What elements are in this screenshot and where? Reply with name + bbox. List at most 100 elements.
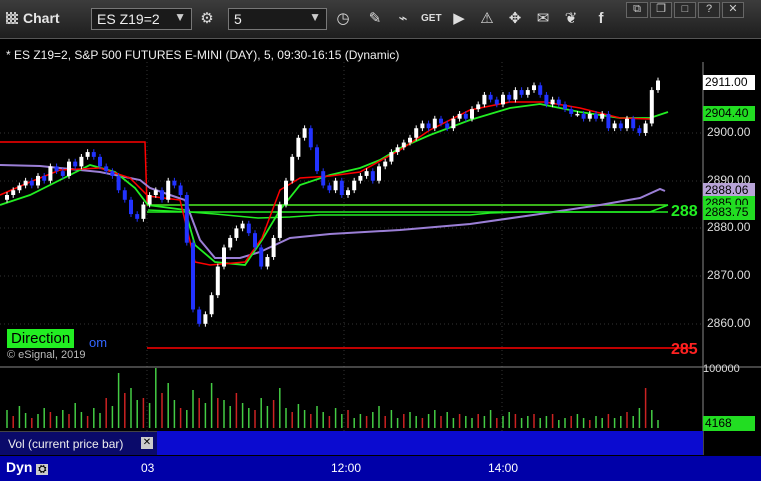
- candle-body: [116, 175, 121, 191]
- candle-body: [42, 175, 47, 181]
- candle-body: [166, 180, 171, 200]
- chart-grid: [0, 62, 703, 455]
- candle-body: [575, 113, 580, 116]
- twitter-icon[interactable]: ❦: [561, 9, 581, 29]
- candle-body: [327, 185, 332, 191]
- candle-body: [184, 195, 189, 243]
- candle-body: [5, 195, 9, 200]
- candle-body: [11, 190, 16, 196]
- title-bar: Chart ES Z19=2 ▼ ⚙ 5 ▼ ◷ ✎ ⌁ GET ▶ ⚠ ✥ ✉ ❦…: [0, 0, 761, 39]
- candle-body: [222, 247, 226, 267]
- interval-combo[interactable]: 5 ▼: [228, 8, 327, 30]
- candle-body: [637, 128, 642, 133]
- candle-body: [414, 128, 419, 138]
- candle-body: [315, 147, 319, 172]
- time-label-1200: 12:00: [331, 461, 362, 475]
- close-button[interactable]: ✕: [722, 2, 744, 18]
- candle-body: [488, 94, 493, 100]
- interval-value: 5: [234, 11, 242, 27]
- price-tag: 2911.00: [703, 75, 755, 90]
- volume-panel-text: Vol (current price bar): [8, 437, 124, 451]
- chart-grid-icon: [6, 12, 18, 24]
- candle-body: [364, 171, 369, 176]
- volume-panel-label: Vol (current price bar) ✕: [0, 431, 157, 455]
- volume-top-tick: 100000: [703, 363, 740, 375]
- candle-body: [147, 195, 152, 205]
- restore-down-button[interactable]: ❐: [650, 2, 672, 18]
- time-label-1400: 14:00: [488, 461, 519, 475]
- close-panel-icon[interactable]: ✕: [141, 437, 153, 449]
- interval-dropdown-arrow-icon[interactable]: ▼: [309, 10, 321, 24]
- restore-window-button[interactable]: ⧉: [626, 2, 648, 18]
- candle-body: [308, 128, 313, 148]
- clock-icon[interactable]: ◷: [333, 9, 353, 29]
- chart-header: * ES Z19=2, S&P 500 FUTURES E-MINI (DAY)…: [6, 48, 400, 62]
- candle-body: [352, 180, 357, 191]
- symbol-value: ES Z19=2: [97, 11, 160, 27]
- candle-body: [178, 185, 183, 196]
- candle-body: [519, 90, 524, 95]
- draw-pencil-icon[interactable]: ✎: [365, 9, 385, 29]
- candle-body: [420, 123, 425, 129]
- candle-body: [383, 161, 388, 167]
- candle-body: [389, 152, 394, 162]
- price-tick-label: 2860.00: [707, 316, 751, 330]
- green-line-label: 288: [671, 203, 698, 220]
- study-icon[interactable]: ⌁: [393, 9, 413, 29]
- candle-body: [91, 152, 96, 157]
- candle-body: [333, 180, 338, 191]
- time-axis: [0, 456, 761, 481]
- symbol-combo[interactable]: ES Z19=2 ▼: [91, 8, 192, 30]
- candle-body: [110, 171, 115, 176]
- candle-body: [234, 228, 239, 238]
- candle-body: [302, 128, 307, 138]
- candle-body: [104, 166, 109, 172]
- facebook-icon[interactable]: f: [591, 9, 611, 29]
- get-data-icon[interactable]: GET: [421, 9, 442, 29]
- candle-body: [141, 204, 146, 219]
- candle-body: [569, 109, 574, 114]
- lock-icon[interactable]: ⛭: [36, 464, 49, 475]
- comment-icon[interactable]: ✉: [533, 9, 553, 29]
- dynamic-mode-label[interactable]: Dyn ⛭: [6, 459, 49, 475]
- time-label-03: 03: [141, 461, 155, 475]
- settings-gear-icon[interactable]: ⚙: [197, 9, 217, 29]
- maximize-button[interactable]: □: [674, 2, 696, 18]
- candle-body: [550, 99, 555, 105]
- candle-body: [54, 166, 59, 172]
- candle-body: [463, 113, 468, 119]
- candle-body: [48, 166, 53, 181]
- candle-body: [358, 175, 363, 181]
- candle-body: [470, 109, 474, 119]
- candle-body: [296, 137, 301, 157]
- candle-body: [290, 156, 295, 181]
- symbol-dropdown-arrow-icon[interactable]: ▼: [174, 10, 186, 24]
- candle-body: [544, 94, 549, 105]
- candle-body: [253, 233, 257, 248]
- price-tick-label: 2870.00: [707, 268, 751, 282]
- candle-body: [532, 85, 536, 91]
- candle-body: [395, 147, 400, 153]
- candle-body: [271, 237, 276, 258]
- candle-body: [538, 85, 543, 95]
- candle-body: [408, 137, 412, 143]
- chart-canvas[interactable]: [0, 39, 761, 481]
- play-icon[interactable]: ▶: [449, 9, 469, 29]
- candle-body: [36, 175, 40, 186]
- candle-body: [426, 123, 431, 129]
- candle-body: [494, 99, 499, 105]
- candle-body: [476, 104, 481, 110]
- volume-value-tag: 4168: [703, 416, 755, 431]
- candle-body: [67, 161, 71, 176]
- copyright-text: © eSignal, 2019: [7, 349, 86, 361]
- candle-body: [594, 113, 598, 119]
- alert-icon[interactable]: ⚠: [477, 9, 497, 29]
- candle-body: [23, 180, 28, 186]
- link-icon[interactable]: ✥: [505, 9, 525, 29]
- price-tick-label: 2900.00: [707, 125, 751, 139]
- help-button[interactable]: ?: [698, 2, 720, 18]
- direction-badge-tail: om: [89, 335, 108, 350]
- volume-blue-band: [157, 431, 703, 455]
- candle-body: [563, 104, 567, 110]
- direction-badge: Direction: [7, 329, 75, 348]
